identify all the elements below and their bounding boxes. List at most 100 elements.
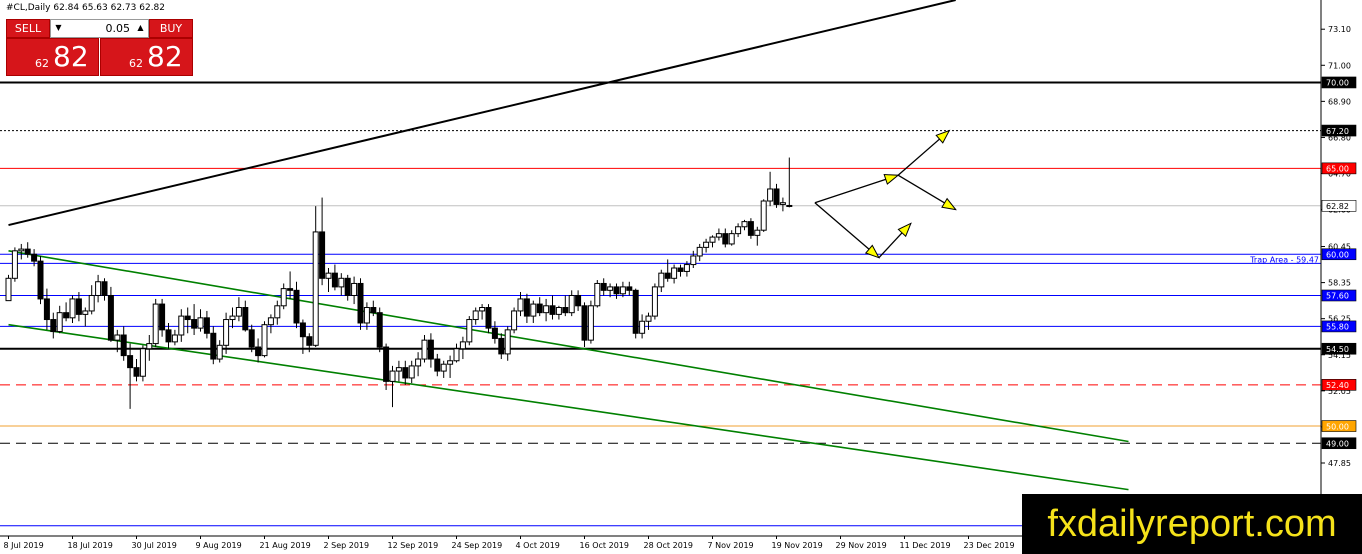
bear-candle xyxy=(50,319,57,333)
bull-candle xyxy=(312,231,319,346)
bull-candle xyxy=(18,248,25,252)
bull-candle xyxy=(152,303,159,345)
x-tick-label: 12 Sep 2019 xyxy=(388,541,439,550)
bear-candle xyxy=(523,298,530,317)
bull-candle xyxy=(229,315,236,321)
arrow-head xyxy=(883,174,900,185)
x-tick-label: 24 Sep 2019 xyxy=(452,541,503,550)
bear-candle xyxy=(626,286,633,291)
symbol-name: #CL,Daily xyxy=(6,3,51,13)
price-label: 65.00 xyxy=(1326,165,1349,174)
horizontal-levels xyxy=(0,81,1321,527)
bull-candle xyxy=(683,264,690,272)
bear-candle xyxy=(306,336,313,346)
bear-candle xyxy=(600,282,607,291)
bear-candle xyxy=(255,346,262,357)
bull-candle xyxy=(517,298,524,312)
bear-candle xyxy=(203,317,210,334)
bear-candle xyxy=(165,329,172,343)
sell-price[interactable]: 62 82 xyxy=(6,38,99,76)
bear-candle xyxy=(498,337,505,355)
buy-price[interactable]: 62 82 xyxy=(100,38,193,76)
bull-candle xyxy=(594,282,601,307)
buy-button[interactable]: BUY xyxy=(149,19,193,38)
chevron-up-icon[interactable]: ▲ xyxy=(135,23,146,34)
y-tick-label: 58.35 xyxy=(1328,279,1351,288)
bull-candle xyxy=(325,272,332,279)
bull-candle xyxy=(735,226,742,235)
price-chart[interactable]: 73.1071.0068.9066.8064.7062.6060.4558.35… xyxy=(0,0,1362,554)
price-label: 55.80 xyxy=(1326,323,1349,332)
sell-button[interactable]: SELL xyxy=(6,19,50,38)
bear-candle xyxy=(383,346,390,382)
bull-candle xyxy=(760,200,767,231)
bear-candle xyxy=(575,294,582,307)
bear-candle xyxy=(120,334,127,357)
sell-price-small: 62 xyxy=(35,57,49,70)
bear-candle xyxy=(370,307,377,314)
bull-candle xyxy=(696,246,703,257)
bull-candle xyxy=(715,233,722,238)
x-tick-label: 29 Nov 2019 xyxy=(836,541,887,550)
bull-candle xyxy=(139,348,146,377)
bull-candle xyxy=(504,329,511,355)
bear-candle xyxy=(319,231,326,279)
price-label: 62.82 xyxy=(1326,202,1349,211)
trap-area-annotation: Trap Area - 59.47 xyxy=(1249,255,1319,264)
price-label: 50.00 xyxy=(1326,422,1349,431)
price-label: 52.40 xyxy=(1326,381,1349,390)
bull-candle xyxy=(408,365,415,379)
bull-candle xyxy=(267,317,274,326)
x-tick-label: 7 Nov 2019 xyxy=(708,541,754,550)
buy-price-big: 82 xyxy=(147,40,183,73)
chevron-down-icon[interactable]: ▼ xyxy=(53,23,64,34)
bear-candle xyxy=(402,367,409,379)
bear-candle xyxy=(63,312,70,319)
bull-candle xyxy=(754,229,761,236)
bull-candle xyxy=(779,202,786,205)
channel-upper-trendline xyxy=(8,250,1129,443)
bull-candle xyxy=(223,319,230,346)
bull-candle xyxy=(568,294,575,314)
bull-candle xyxy=(274,305,281,319)
bear-candle xyxy=(549,305,556,315)
bear-candle xyxy=(331,272,338,288)
bull-candle xyxy=(703,241,710,248)
bear-candle xyxy=(434,358,441,372)
bear-candle xyxy=(536,303,543,314)
bear-candle xyxy=(664,272,671,279)
bear-candle xyxy=(485,307,492,329)
bear-candle xyxy=(127,355,134,369)
bull-candle xyxy=(658,272,665,288)
x-tick-label: 4 Oct 2019 xyxy=(516,541,560,550)
bear-candle xyxy=(210,332,217,360)
projection-arrows xyxy=(814,129,957,259)
bear-candle xyxy=(31,253,38,262)
bear-candle xyxy=(37,260,44,300)
bear-candle xyxy=(357,282,364,324)
bull-candle xyxy=(453,348,460,362)
bear-candle xyxy=(427,339,434,360)
bear-candle xyxy=(773,188,780,205)
bull-candle xyxy=(114,334,121,341)
bull-candle xyxy=(178,315,185,336)
lot-size-field[interactable]: ▼ 0.05 ▲ xyxy=(50,19,149,38)
bear-candle xyxy=(248,329,255,348)
bull-candle xyxy=(11,250,18,279)
lot-size-value[interactable]: 0.05 xyxy=(106,22,131,35)
x-tick-label: 8 Jul 2019 xyxy=(4,541,44,550)
bear-candle xyxy=(287,288,294,291)
bear-candle xyxy=(491,327,498,339)
bull-candle xyxy=(69,298,76,319)
bear-candle xyxy=(107,294,114,341)
y-tick-label: 68.90 xyxy=(1328,97,1351,106)
bear-candle xyxy=(242,307,249,331)
bull-candle xyxy=(639,320,646,334)
bear-candle xyxy=(43,298,50,321)
x-tick-label: 16 Oct 2019 xyxy=(580,541,629,550)
bear-candle xyxy=(562,307,569,314)
bull-candle xyxy=(587,305,594,341)
price-axis: 73.1071.0068.9066.8064.7062.6060.4558.35… xyxy=(1320,0,1357,536)
bull-candle xyxy=(671,267,678,279)
bear-candle xyxy=(191,319,198,329)
